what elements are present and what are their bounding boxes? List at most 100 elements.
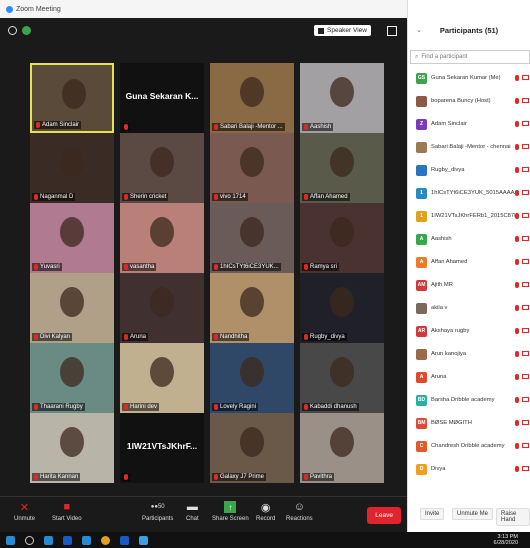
video-tile[interactable]: 1hICsTYt6iCE3YUK... <box>210 203 294 273</box>
video-tile[interactable]: vivo 1714 <box>210 133 294 203</box>
chrome-icon[interactable] <box>101 535 110 545</box>
speaker-view-button[interactable]: Speaker View <box>314 25 371 36</box>
video-off-icon[interactable] <box>522 282 529 287</box>
participant-row[interactable]: boparena Buncy (Host) <box>408 91 530 111</box>
mic-off-icon[interactable] <box>515 351 519 357</box>
video-tile[interactable]: Aruna <box>120 273 204 343</box>
share-screen-button[interactable]: ↑ Share Screen <box>212 501 249 522</box>
video-off-icon[interactable] <box>522 397 529 402</box>
mic-off-icon[interactable] <box>515 236 519 242</box>
fullscreen-icon[interactable] <box>387 26 397 36</box>
mic-off-icon[interactable] <box>515 397 519 403</box>
video-tile[interactable]: Naganmal D <box>30 133 114 203</box>
mic-off-icon[interactable] <box>515 443 519 449</box>
mic-off-icon[interactable] <box>515 259 519 265</box>
video-off-icon[interactable] <box>522 236 529 241</box>
mic-off-icon[interactable] <box>515 305 519 311</box>
mic-off-icon[interactable] <box>515 190 519 196</box>
video-tile[interactable]: Affan Ahamed <box>300 133 384 203</box>
participant-row[interactable]: akila v <box>408 298 530 318</box>
video-off-icon[interactable] <box>522 259 529 264</box>
video-tile[interactable]: Nandhitha <box>210 273 294 343</box>
video-off-icon[interactable] <box>522 351 529 356</box>
video-tile[interactable]: Sabari Balaji -Mentor ... <box>210 63 294 133</box>
video-off-icon[interactable] <box>522 121 529 126</box>
zoom-taskbar-icon[interactable] <box>82 535 91 545</box>
search-input[interactable]: ⌕ Find a participant <box>410 50 530 64</box>
participant-row[interactable]: C Chandresh Dribble academy <box>408 436 530 456</box>
windows-start-icon[interactable] <box>6 535 15 545</box>
edge-icon[interactable] <box>120 535 129 545</box>
invite-button[interactable]: Invite <box>420 508 445 520</box>
start-video-button[interactable]: ■ Start Video <box>52 501 82 522</box>
participant-row[interactable]: D Divya <box>408 459 530 479</box>
video-tile[interactable]: vasantha <box>120 203 204 273</box>
participant-row[interactable]: Z Adam Sinclair <box>408 114 530 134</box>
outlook-icon[interactable] <box>63 535 72 545</box>
mic-off-icon[interactable] <box>515 144 519 150</box>
task-view-icon[interactable] <box>44 535 53 545</box>
video-tile[interactable]: Guna Sekaran K... <box>120 63 204 133</box>
mic-off-icon[interactable] <box>515 98 519 104</box>
mic-off-icon[interactable] <box>515 167 519 173</box>
mic-off-icon[interactable] <box>515 420 519 426</box>
video-off-icon[interactable] <box>522 466 529 471</box>
video-tile[interactable]: Kabaddi dhanush <box>300 343 384 413</box>
participant-row[interactable]: 1 1hICsTYt6iCE3YUK_5015AAAAA... <box>408 183 530 203</box>
mic-off-icon[interactable] <box>515 374 519 380</box>
store-icon[interactable] <box>139 535 148 545</box>
video-off-icon[interactable] <box>522 75 529 80</box>
participant-row[interactable]: 1 1IW21VTsJKhrFERb1_2015C87K... <box>408 206 530 226</box>
mic-off-icon[interactable] <box>515 213 519 219</box>
participant-row[interactable]: BM BØSE MØGITH <box>408 413 530 433</box>
video-tile[interactable]: Yuvasri <box>30 203 114 273</box>
leave-button[interactable]: Leave <box>367 507 401 524</box>
video-off-icon[interactable] <box>522 167 529 172</box>
video-tile[interactable]: Adam Sinclair <box>30 63 114 133</box>
reactions-button[interactable]: ☺ Reactions <box>286 501 313 522</box>
mic-off-icon[interactable] <box>515 75 519 81</box>
video-tile[interactable]: Lovely Ragini <box>210 343 294 413</box>
participant-row[interactable]: A Aashish <box>408 229 530 249</box>
video-tile[interactable]: Galaxy J7 Prime <box>210 413 294 483</box>
unmute-button[interactable]: ✕ Unmute <box>14 501 35 523</box>
participants-button[interactable]: ●● 50 Participants <box>142 501 173 522</box>
video-off-icon[interactable] <box>522 98 529 103</box>
participant-row[interactable]: AR Akshaya rugby <box>408 321 530 341</box>
participant-row[interactable]: A Aruna <box>408 367 530 387</box>
participant-row[interactable]: GS Guna Sekaran Kumar (Me) <box>408 68 530 88</box>
video-off-icon[interactable] <box>522 443 529 448</box>
video-tile[interactable]: Harini dev <box>120 343 204 413</box>
record-button[interactable]: ◉ Record <box>256 501 275 523</box>
search-taskbar-icon[interactable] <box>25 535 34 545</box>
raise-hand-button[interactable]: Raise Hand <box>496 508 530 526</box>
video-tile[interactable]: 1IW21VTsJKhrF... <box>120 413 204 483</box>
video-off-icon[interactable] <box>522 213 529 218</box>
mic-off-icon[interactable] <box>515 466 519 472</box>
mic-off-icon[interactable] <box>515 328 519 334</box>
participant-row[interactable]: Sabari Balaji -Mentor - chennai <box>408 137 530 157</box>
video-tile[interactable]: Rugby_divya <box>300 273 384 343</box>
participant-row[interactable]: Arun kanojiya <box>408 344 530 364</box>
video-off-icon[interactable] <box>522 305 529 310</box>
video-off-icon[interactable] <box>522 190 529 195</box>
mic-off-icon[interactable] <box>515 282 519 288</box>
video-tile[interactable]: Thaarani Rugby <box>30 343 114 413</box>
shield-icon[interactable] <box>22 26 31 35</box>
participant-row[interactable]: Rugby_divya <box>408 160 530 180</box>
video-tile[interactable]: Aashish <box>300 63 384 133</box>
video-tile[interactable]: Ramya sri <box>300 203 384 273</box>
video-tile[interactable]: Divi Kalyan <box>30 273 114 343</box>
video-off-icon[interactable] <box>522 374 529 379</box>
video-tile[interactable]: Pavithra <box>300 413 384 483</box>
video-tile[interactable]: Sherin cricket <box>120 133 204 203</box>
unmute-me-button[interactable]: Unmute Me <box>452 508 494 520</box>
video-off-icon[interactable] <box>522 420 529 425</box>
participant-row[interactable]: A Affan Ahamed <box>408 252 530 272</box>
video-off-icon[interactable] <box>522 328 529 333</box>
video-off-icon[interactable] <box>522 144 529 149</box>
mic-off-icon[interactable] <box>515 121 519 127</box>
participant-row[interactable]: BD Barsha Dribble academy <box>408 390 530 410</box>
participant-row[interactable]: AM Ajith MR <box>408 275 530 295</box>
info-icon[interactable] <box>8 26 17 35</box>
